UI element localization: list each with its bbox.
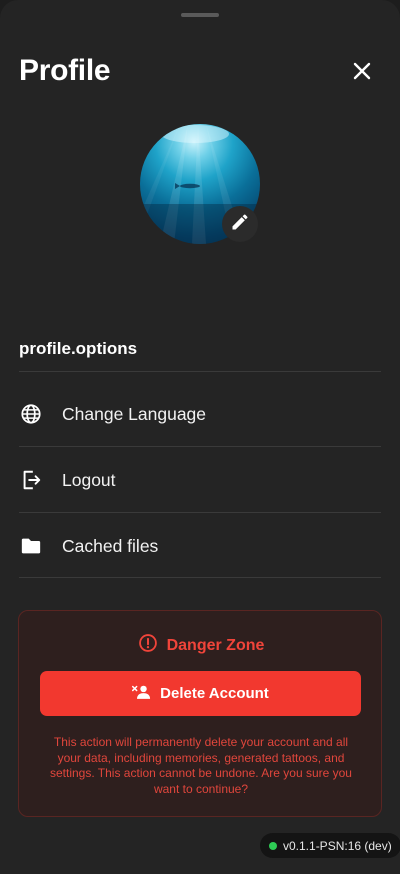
menu-item-cached-files[interactable]: Cached files xyxy=(0,514,400,578)
globe-icon xyxy=(19,402,43,426)
edit-avatar-button[interactable] xyxy=(222,206,258,242)
version-text: v0.1.1-PSN:16 (dev) xyxy=(283,838,392,853)
close-button[interactable] xyxy=(346,57,378,89)
close-icon xyxy=(353,62,371,85)
page-title: Profile xyxy=(19,54,111,87)
divider xyxy=(19,371,381,372)
menu-item-logout[interactable]: Logout xyxy=(0,448,400,512)
avatar-container xyxy=(140,124,260,244)
danger-zone-panel: Danger Zone Delete Account This action w… xyxy=(18,610,382,817)
danger-zone-title-text: Danger Zone xyxy=(166,636,265,654)
folder-icon xyxy=(19,534,43,558)
menu-item-label: Change Language xyxy=(62,403,207,424)
menu-item-label: Cached files xyxy=(62,535,159,556)
logout-icon xyxy=(19,468,43,492)
status-dot-icon xyxy=(269,841,277,850)
danger-warning-text: This action will permanently delete your… xyxy=(50,735,352,796)
danger-zone-title: Danger Zone xyxy=(19,633,383,658)
version-badge: v0.1.1-PSN:16 (dev) xyxy=(260,833,400,858)
drag-handle[interactable] xyxy=(181,13,219,17)
profile-sheet: Profile profile.options Change Language … xyxy=(0,0,400,874)
menu-item-change-language[interactable]: Change Language xyxy=(0,382,400,446)
delete-account-label: Delete Account xyxy=(160,685,269,702)
divider xyxy=(19,446,381,447)
divider xyxy=(19,577,381,578)
menu-item-label: Logout xyxy=(62,469,116,490)
divider xyxy=(19,512,381,513)
alert-circle-icon xyxy=(138,633,158,658)
options-heading: profile.options xyxy=(19,339,138,358)
pencil-icon xyxy=(230,212,250,237)
delete-account-button[interactable]: Delete Account xyxy=(40,671,361,716)
remove-user-icon xyxy=(132,684,152,704)
